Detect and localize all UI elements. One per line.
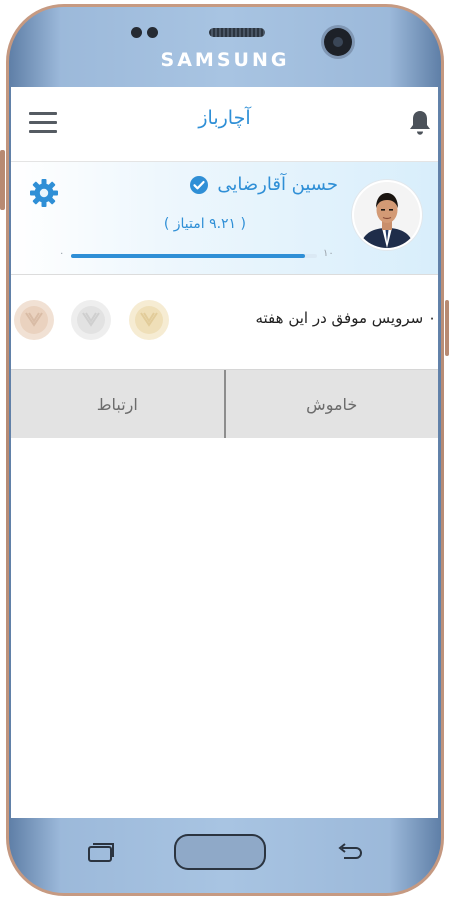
home-button[interactable] [174,834,266,870]
device-brand: SAMSUNG [160,49,290,71]
app-screen: آچارباز حسین آقارضایی (۹.۲۱ امتیاز) ۰ … [11,87,438,818]
profile-score: ( ۹.۲۱ امتیاز ) [163,216,246,232]
bell-icon[interactable] [408,109,432,137]
bronze-medal-icon [14,300,54,340]
score-progress-bar [71,254,317,258]
progress-min-label: ۰ [59,248,65,259]
sensor-dot [131,27,142,38]
weekly-services-row: ۰ سرویس موفق در این هفته [11,275,438,367]
profile-name-row: حسین آقارضایی [189,174,338,195]
avatar[interactable] [354,182,420,248]
profile-name: حسین آقارضایی [217,174,338,195]
app-title: آچارباز [198,107,251,129]
action-buttons: ارتباط خاموش [11,369,438,438]
weekly-services-text: ۰ سرویس موفق در این هفته [255,309,436,327]
power-button [445,300,449,356]
earpiece-speaker [209,28,265,37]
recent-apps-icon[interactable] [86,842,116,864]
profile-card: حسین آقارضایی ( ۹.۲۱ امتیاز ) ۰ ۱۰ [11,162,438,275]
score-progress-fill [71,254,305,258]
sensor-dot [147,27,158,38]
gear-icon[interactable] [29,178,59,208]
off-button[interactable]: خاموش [226,370,439,438]
progress-max-label: ۱۰ [323,248,334,259]
volume-button [0,150,5,210]
app-header: آچارباز [11,87,438,162]
silver-medal-icon [71,300,111,340]
contact-button[interactable]: ارتباط [11,370,224,438]
check-circle-icon [190,175,209,194]
avatar-photo [354,182,420,248]
gold-medal-icon [129,300,169,340]
back-icon[interactable] [334,842,364,864]
